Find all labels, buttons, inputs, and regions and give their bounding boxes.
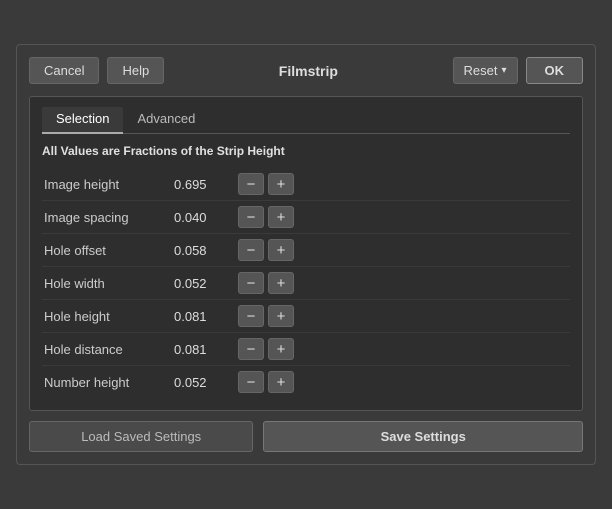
field-label-1: Image spacing <box>44 210 174 225</box>
field-value-5: 0.081 <box>174 342 234 357</box>
chevron-down-icon: ▾ <box>501 65 506 76</box>
table-row: Hole width 0.052 − + <box>42 267 570 300</box>
reset-button[interactable]: Reset ▾ <box>453 57 518 84</box>
table-row: Image height 0.695 − + <box>42 168 570 201</box>
field-label-0: Image height <box>44 177 174 192</box>
field-label-5: Hole distance <box>44 342 174 357</box>
dialog-title: Filmstrip <box>279 63 338 79</box>
subtitle: All Values are Fractions of the Strip He… <box>42 144 570 158</box>
field-value-0: 0.695 <box>174 177 234 192</box>
table-row: Number height 0.052 − + <box>42 366 570 398</box>
table-row: Hole distance 0.081 − + <box>42 333 570 366</box>
field-value-1: 0.040 <box>174 210 234 225</box>
fields-list: Image height 0.695 − + Image spacing 0.0… <box>42 168 570 398</box>
dialog: Cancel Help Filmstrip Reset ▾ OK Selecti… <box>16 44 596 465</box>
field-value-2: 0.058 <box>174 243 234 258</box>
field-label-2: Hole offset <box>44 243 174 258</box>
increment-button-0[interactable]: + <box>268 173 294 195</box>
table-row: Hole height 0.081 − + <box>42 300 570 333</box>
increment-button-6[interactable]: + <box>268 371 294 393</box>
decrement-button-2[interactable]: − <box>238 239 264 261</box>
field-value-4: 0.081 <box>174 309 234 324</box>
increment-button-3[interactable]: + <box>268 272 294 294</box>
tab-advanced[interactable]: Advanced <box>123 107 209 134</box>
increment-button-2[interactable]: + <box>268 239 294 261</box>
field-label-6: Number height <box>44 375 174 390</box>
field-label-3: Hole width <box>44 276 174 291</box>
decrement-button-4[interactable]: − <box>238 305 264 327</box>
toolbar-center: Filmstrip <box>172 63 444 79</box>
field-value-3: 0.052 <box>174 276 234 291</box>
increment-button-5[interactable]: + <box>268 338 294 360</box>
decrement-button-5[interactable]: − <box>238 338 264 360</box>
tab-selection[interactable]: Selection <box>42 107 123 134</box>
decrement-button-0[interactable]: − <box>238 173 264 195</box>
table-row: Hole offset 0.058 − + <box>42 234 570 267</box>
footer: Load Saved Settings Save Settings <box>29 421 583 452</box>
decrement-button-3[interactable]: − <box>238 272 264 294</box>
cancel-button[interactable]: Cancel <box>29 57 99 84</box>
reset-label: Reset <box>464 63 498 78</box>
toolbar-left: Cancel Help <box>29 57 164 84</box>
toolbar: Cancel Help Filmstrip Reset ▾ OK <box>29 57 583 84</box>
increment-button-4[interactable]: + <box>268 305 294 327</box>
decrement-button-1[interactable]: − <box>238 206 264 228</box>
main-panel: Selection Advanced All Values are Fracti… <box>29 96 583 411</box>
increment-button-1[interactable]: + <box>268 206 294 228</box>
field-label-4: Hole height <box>44 309 174 324</box>
help-button[interactable]: Help <box>107 57 164 84</box>
save-settings-button[interactable]: Save Settings <box>263 421 583 452</box>
toolbar-right: Reset ▾ OK <box>453 57 584 84</box>
decrement-button-6[interactable]: − <box>238 371 264 393</box>
field-value-6: 0.052 <box>174 375 234 390</box>
ok-button[interactable]: OK <box>526 57 584 84</box>
tab-bar: Selection Advanced <box>42 107 570 134</box>
table-row: Image spacing 0.040 − + <box>42 201 570 234</box>
load-saved-settings-button[interactable]: Load Saved Settings <box>29 421 253 452</box>
